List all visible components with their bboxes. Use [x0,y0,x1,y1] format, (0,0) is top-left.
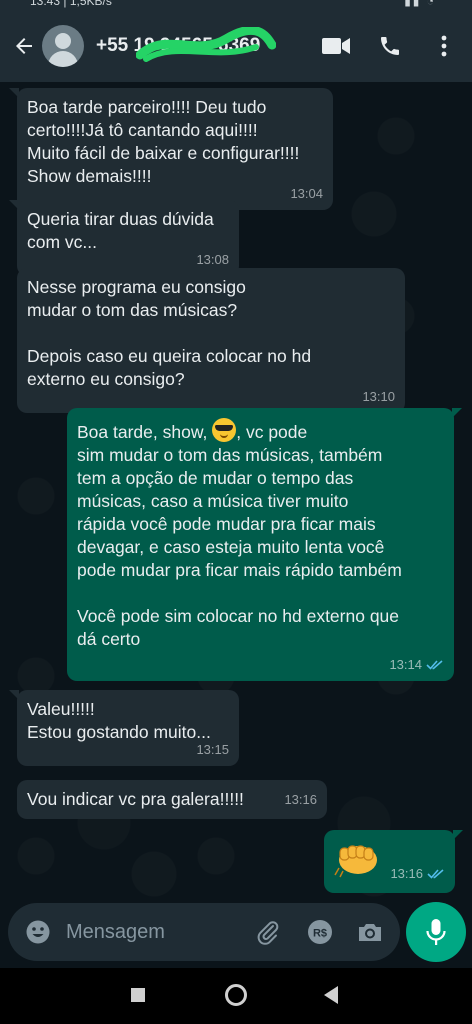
message-time: 13:16 [390,862,445,885]
chat-area[interactable]: Boa tarde parceiro!!!! Deu tudo certo!!!… [0,82,472,906]
arrow-left-icon [16,38,32,54]
camera-icon [359,924,381,941]
message-text: Vou indicar vc pra galera!!!!! [27,789,244,809]
video-call-button[interactable] [320,30,352,62]
home-button[interactable] [225,984,247,1006]
camera-button[interactable] [354,916,386,948]
double-check-read-icon [427,869,444,879]
message-incoming[interactable]: Queria tirar duas dúvida com vc... 13:08 [9,200,239,276]
message-incoming[interactable]: Vou indicar vc pra galera!!!!! 13:16 [17,780,327,819]
paperclip-icon [257,921,279,945]
system-nav-bar [0,968,472,1024]
status-bar: 13:43 | 1,5KB/s ▮▮ ◔ [0,0,472,10]
emoji-icon [26,920,50,944]
message-incoming[interactable]: Nesse programa eu consigo mudar o tom da… [17,268,405,413]
phone-icon [381,37,399,55]
message-outgoing[interactable]: 13:16 [324,830,463,893]
sunglasses-emoji-icon [212,418,237,442]
message-text: Boa tarde parceiro!!!! Deu tudo certo!!!… [27,97,300,186]
voice-call-button[interactable] [374,30,406,62]
message-text: Boa tarde, show, , vc pode sim mudar o t… [77,418,444,651]
svg-text:R$: R$ [313,928,327,940]
message-input[interactable] [66,920,246,944]
payment-button[interactable]: R$ [304,916,336,948]
mic-icon [426,919,446,945]
video-call-icon [322,38,350,54]
chat-header: +55 19 94565 6369 [0,10,472,82]
redaction-scribble [136,27,276,62]
payment-rs-icon: R$ [308,920,332,944]
avatar[interactable] [42,25,84,67]
message-time: 13:14 [389,653,444,676]
oncoming-fist-icon [334,845,377,878]
header-actions [320,30,460,62]
status-time: 13:43 | 1,5KB/s [30,0,112,8]
voice-record-button[interactable] [406,902,466,962]
more-options-button[interactable] [428,30,460,62]
message-time: 13:16 [284,792,317,807]
message-composer: R$ [8,903,400,961]
message-time: 13:04 [290,186,323,201]
attach-button[interactable] [252,916,284,948]
recents-button[interactable] [131,988,145,1002]
message-incoming[interactable]: Valeu!!!!! Estou gostando muito... 13:15 [9,690,239,766]
back-nav-button[interactable] [324,986,338,1004]
message-time: 13:10 [362,389,395,404]
message-time: 13:15 [196,742,229,757]
message-outgoing[interactable]: Boa tarde, show, , vc pode sim mudar o t… [67,408,462,681]
status-icons: ▮▮ ◔ [404,0,436,8]
message-incoming[interactable]: Boa tarde parceiro!!!! Deu tudo certo!!!… [9,88,333,210]
message-text: Nesse programa eu consigo mudar o tom da… [27,277,312,389]
emoji-button[interactable] [24,918,52,946]
contact-name[interactable]: +55 19 94565 6369 [96,27,276,62]
double-check-read-icon [426,660,443,670]
back-button[interactable] [4,26,44,66]
more-vert-icon [441,35,447,57]
